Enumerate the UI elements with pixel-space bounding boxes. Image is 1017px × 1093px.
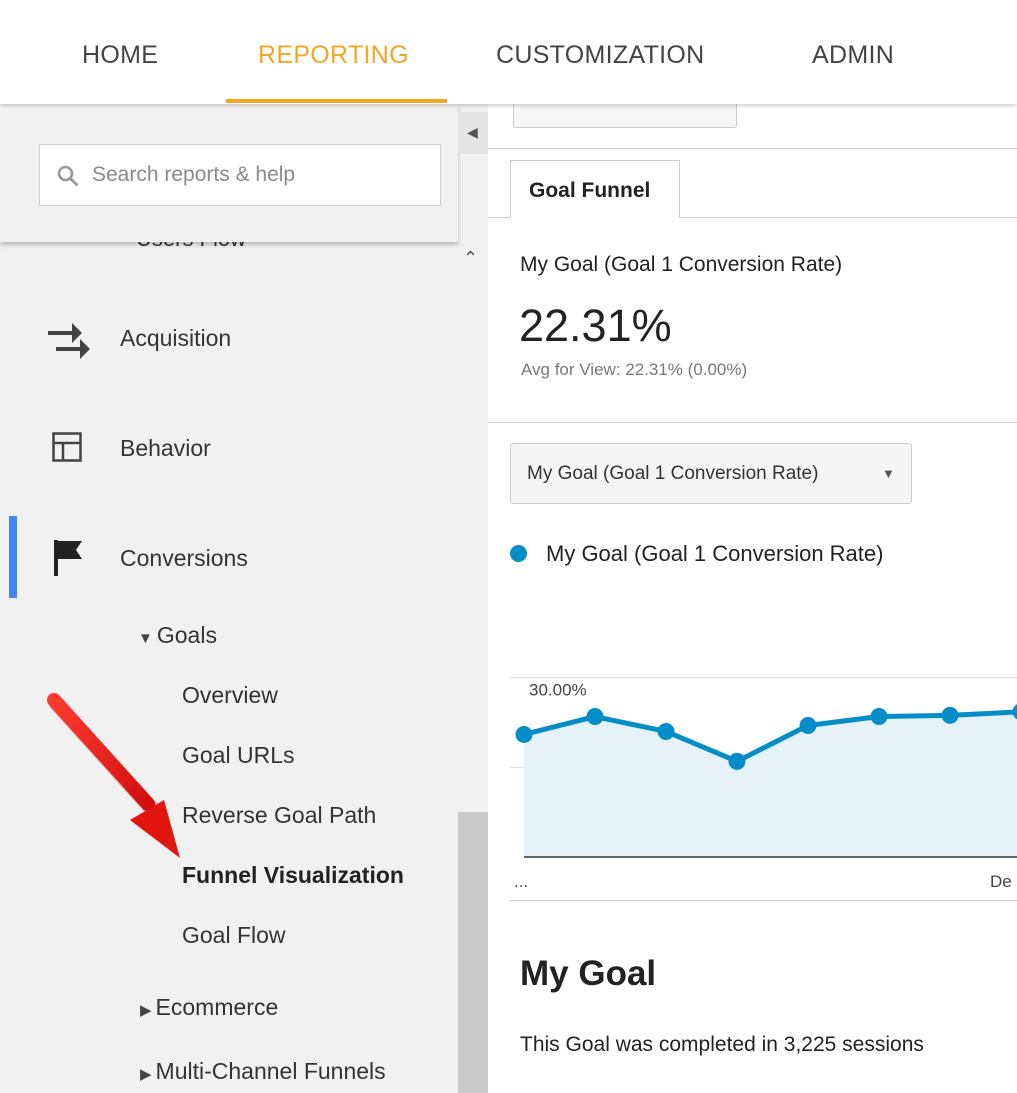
caret-right-icon: ▶ <box>140 1002 152 1019</box>
metric-select[interactable]: My Goal (Goal 1 Conversion Rate) ▼ <box>510 443 912 504</box>
goal-heading: My Goal <box>520 954 657 993</box>
collapse-sidebar-button[interactable]: ◀ <box>458 112 488 154</box>
search-icon <box>57 165 79 187</box>
goal-summary: This Goal was completed in 3,225 session… <box>520 1033 924 1056</box>
divider <box>488 148 1017 149</box>
metric-value: 22.31% <box>519 300 672 351</box>
sidebar-item-acquisition[interactable]: Acquisition <box>120 325 231 352</box>
sidebar-item-behavior[interactable]: Behavior <box>120 435 211 462</box>
data-point <box>728 752 746 770</box>
nav-active-underline <box>226 99 447 103</box>
legend-label: My Goal (Goal 1 Conversion Rate) <box>546 541 884 566</box>
area-fill <box>524 711 1017 857</box>
sidebar-item-multi-channel-funnels-label: Multi-Channel Funnels <box>155 1058 386 1084</box>
sidebar-item-overview[interactable]: Overview <box>182 682 278 709</box>
behavior-layout-icon <box>52 432 82 462</box>
active-section-indicator <box>9 516 17 598</box>
data-point <box>799 716 817 734</box>
nav-reporting[interactable]: REPORTING <box>258 41 409 70</box>
caret-right-icon: ▶ <box>140 1066 152 1083</box>
data-point <box>870 708 888 726</box>
x-tick-label: ... <box>514 872 529 891</box>
metric-title: My Goal (Goal 1 Conversion Rate) <box>520 253 843 276</box>
legend-dot <box>510 545 527 562</box>
data-point <box>657 722 675 740</box>
sidebar-item-goals-label: Goals <box>156 622 217 648</box>
nav-admin[interactable]: ADMIN <box>812 41 894 70</box>
tab-goal-funnel[interactable]: Goal Funnel <box>510 160 680 218</box>
flag-icon <box>54 540 82 576</box>
sidebar-item-ecommerce-label: Ecommerce <box>155 994 279 1020</box>
sidebar-item-reverse-goal-path[interactable]: Reverse Goal Path <box>182 802 376 829</box>
search-box[interactable] <box>39 144 441 206</box>
sidebar-item-goals[interactable]: ▼ Goals <box>138 622 217 649</box>
y-tick-label: 30.00% <box>529 681 587 700</box>
nav-home[interactable]: HOME <box>82 41 158 70</box>
search-panel <box>0 104 458 242</box>
metric-avg: Avg for View: 22.31% (0.00%) <box>521 360 748 379</box>
acquisition-arrows-icon <box>48 323 90 359</box>
data-point <box>941 706 959 724</box>
sidebar-item-conversions[interactable]: Conversions <box>120 545 248 572</box>
divider <box>510 900 1017 901</box>
x-tick-label: De <box>990 872 1012 891</box>
top-partial-button[interactable] <box>513 104 737 128</box>
tab-goal-funnel-label: Goal Funnel <box>529 179 651 202</box>
red-arrow-annotation-icon <box>47 693 180 858</box>
scrollbar-thumb[interactable] <box>458 812 488 1093</box>
sidebar-item-multi-channel-funnels[interactable]: ▶ Multi-Channel Funnels <box>140 1058 386 1085</box>
search-input[interactable] <box>92 159 422 191</box>
top-nav: HOME REPORTING CUSTOMIZATION ADMIN <box>0 0 1017 104</box>
data-point <box>515 725 533 743</box>
data-point <box>586 708 604 726</box>
nav-customization[interactable]: CUSTOMIZATION <box>496 41 705 70</box>
sidebar-item-goal-urls[interactable]: Goal URLs <box>182 742 294 769</box>
sidebar-item-ecommerce[interactable]: ▶ Ecommerce <box>140 994 278 1021</box>
scroll-up-icon[interactable]: ⌃ <box>463 248 478 269</box>
divider <box>488 422 1017 423</box>
line-chart: 30.00%15.00% <box>510 677 1017 858</box>
sidebar-item-goal-flow[interactable]: Goal Flow <box>182 922 286 949</box>
sidebar-item-funnel-visualization[interactable]: Funnel Visualization <box>182 862 404 889</box>
caret-down-icon: ▼ <box>138 630 153 647</box>
chevron-left-icon: ◀ <box>467 124 478 140</box>
caret-down-icon: ▼ <box>882 466 895 481</box>
metric-select-value: My Goal (Goal 1 Conversion Rate) <box>527 463 819 484</box>
